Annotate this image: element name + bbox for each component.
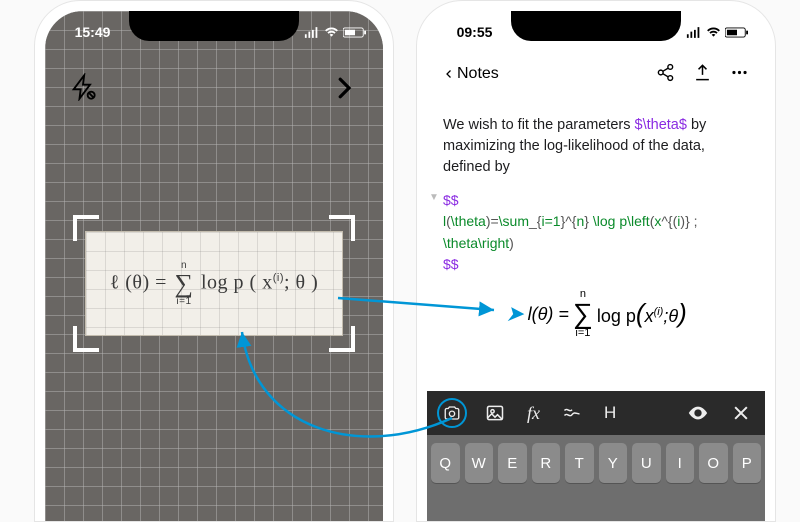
heading-tool-button[interactable]: H — [600, 399, 620, 427]
navbar: Notes — [427, 59, 765, 89]
key[interactable]: T — [565, 443, 594, 483]
status-time: 09:55 — [427, 24, 522, 40]
paragraph: We wish to fit the parameters $\theta$ b… — [443, 115, 749, 178]
phone-camera: 15:49 ℓ (θ) = n∑i=1 log p ( x(i); θ ) — [34, 0, 394, 522]
more-button[interactable] — [728, 61, 751, 87]
scan-frame: ℓ (θ) = n∑i=1 log p ( x(i); θ ) — [79, 221, 349, 346]
back-label: Notes — [457, 65, 499, 83]
preview-button[interactable] — [683, 398, 713, 428]
key[interactable]: E — [498, 443, 527, 483]
key[interactable]: Q — [431, 443, 460, 483]
back-button[interactable]: Notes — [441, 63, 501, 85]
latex-block: ▼ $$ l(\theta)=\sum_{i=1}^{n} \log p\lef… — [443, 190, 749, 275]
formula-tool-button[interactable]: fx — [523, 399, 544, 428]
close-keyboard-button[interactable] — [727, 399, 755, 427]
editor-content[interactable]: We wish to fit the parameters $\theta$ b… — [427, 107, 765, 391]
next-button[interactable] — [327, 71, 361, 108]
status-icons — [288, 27, 383, 38]
key[interactable]: R — [532, 443, 561, 483]
key[interactable]: Y — [599, 443, 628, 483]
handwritten-paper: ℓ (θ) = n∑i=1 log p ( x(i); θ ) — [85, 231, 343, 336]
status-icons — [670, 27, 765, 38]
export-button[interactable] — [691, 61, 714, 87]
key[interactable]: P — [733, 443, 762, 483]
camera-tool-button[interactable] — [437, 398, 467, 428]
key[interactable]: W — [465, 443, 494, 483]
key[interactable]: I — [666, 443, 695, 483]
status-time: 15:49 — [45, 24, 140, 40]
arrowhead-icon: ➤ — [505, 298, 523, 330]
share-button[interactable] — [654, 61, 677, 87]
fold-triangle-icon[interactable]: ▼ — [429, 191, 439, 206]
image-tool-button[interactable] — [481, 399, 509, 427]
sketch-tool-button[interactable] — [558, 399, 586, 427]
key[interactable]: O — [699, 443, 728, 483]
phone-editor: 09:55 Notes — [416, 0, 776, 522]
flash-toggle-button[interactable] — [67, 71, 99, 106]
editor-toolbar: fx H — [427, 391, 765, 435]
keyboard[interactable]: Q W E R T Y U I O P — [427, 435, 765, 521]
handwritten-equation: ℓ (θ) = n∑i=1 log p ( x(i); θ ) — [110, 261, 319, 307]
key[interactable]: U — [632, 443, 661, 483]
rendered-equation: ➤ l(θ) = n∑i=1 log p(x(i);θ) — [443, 289, 749, 339]
